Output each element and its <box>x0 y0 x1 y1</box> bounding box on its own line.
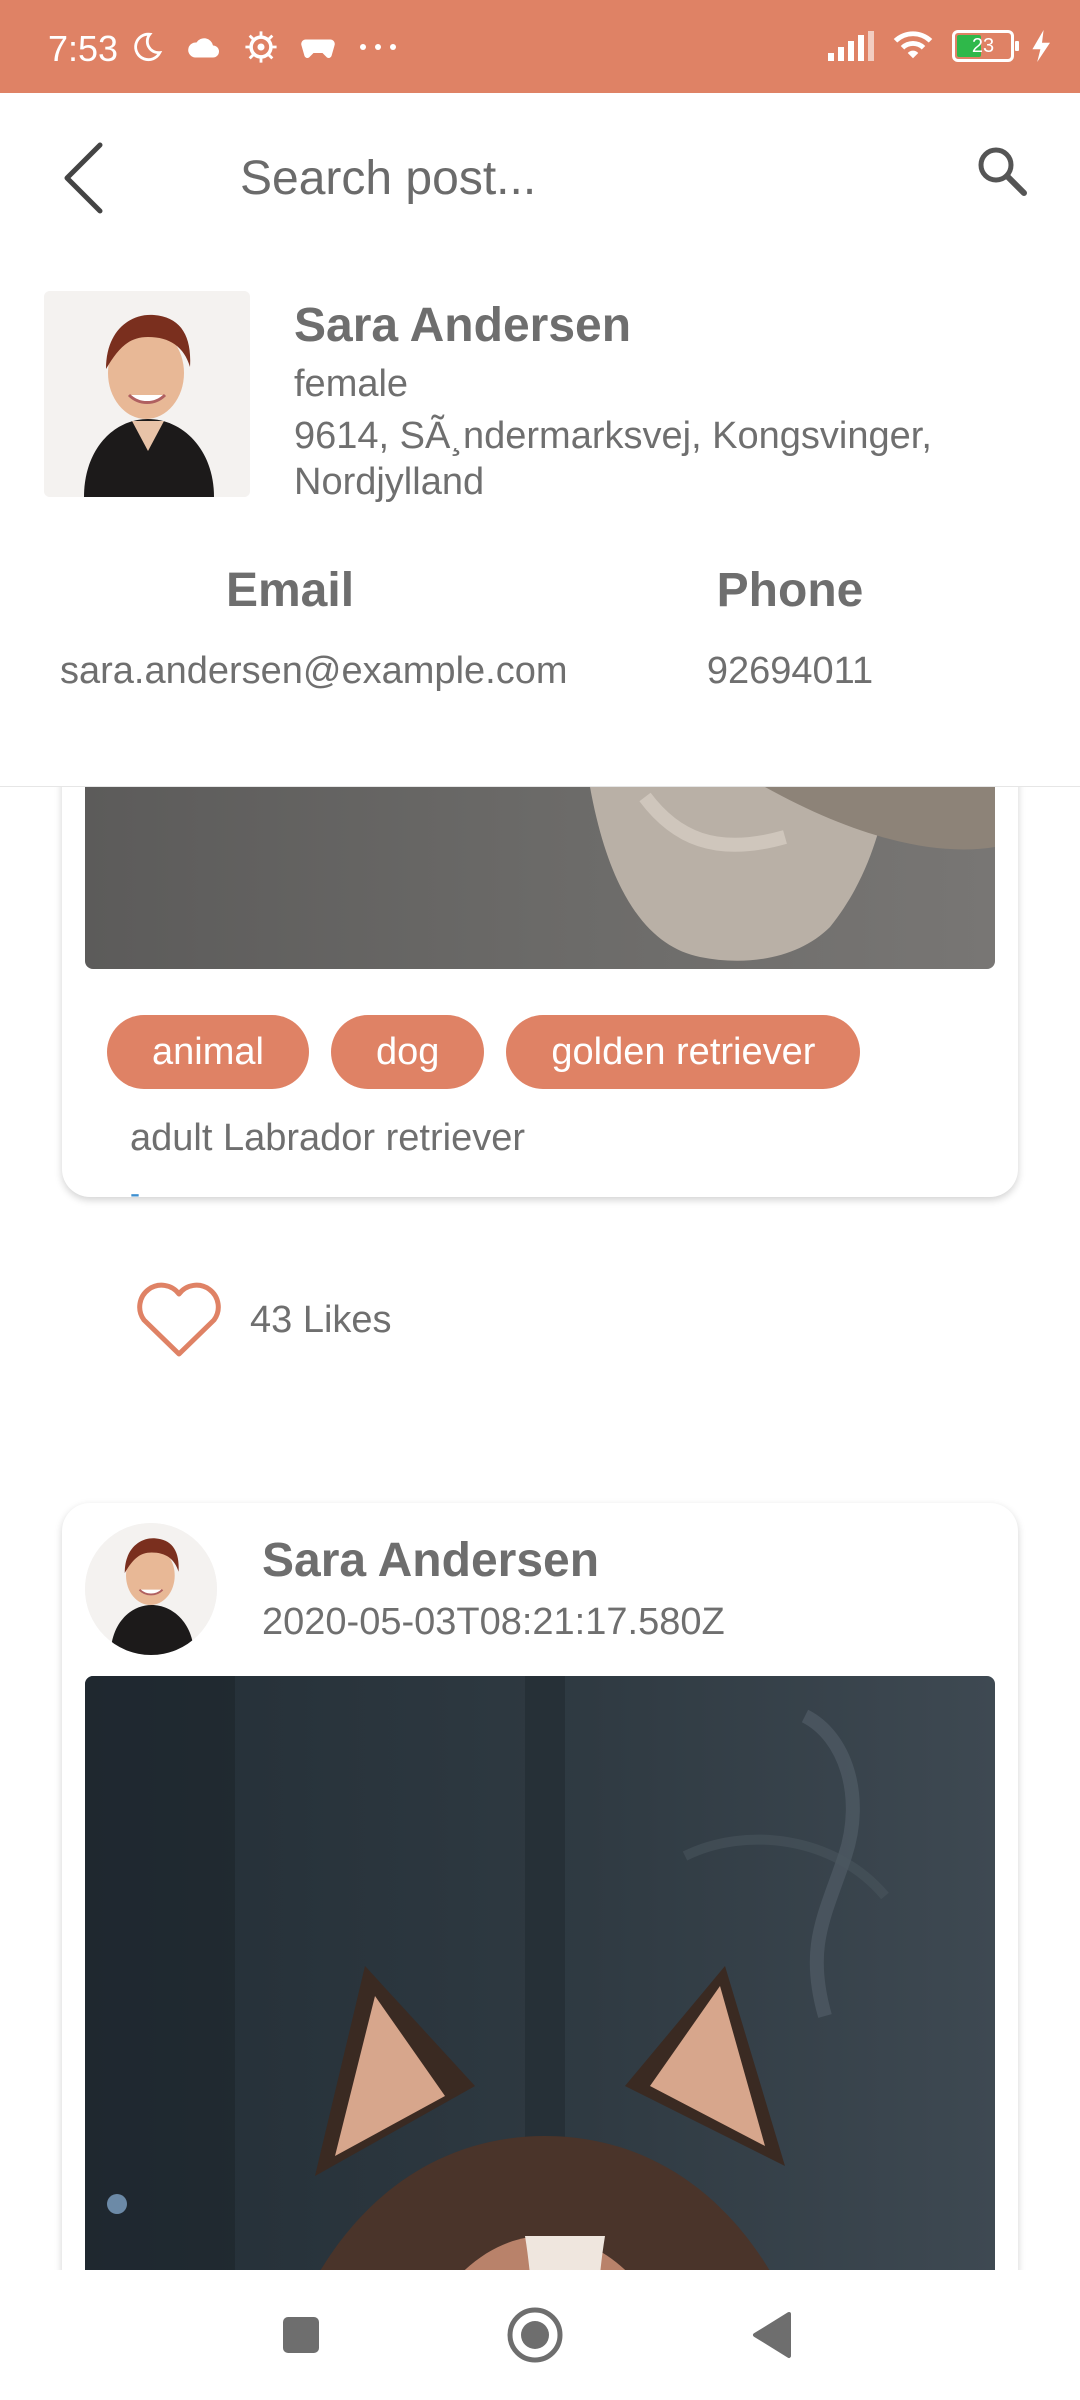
post-card: Sara Andersen 2020-05-03T08:21:17.580Z <box>62 1503 1018 2270</box>
gear-icon <box>245 31 277 63</box>
status-icons-right: 23 <box>828 30 1052 62</box>
back-button[interactable] <box>55 133 115 223</box>
profile-name: Sara Andersen <box>294 299 632 352</box>
moon-icon <box>134 32 163 62</box>
phone-label: Phone <box>716 564 864 617</box>
post-date: 2020-05-03T08:21:17.580Z <box>262 1601 725 1643</box>
like-count: 43 Likes <box>250 1298 392 1341</box>
profile-gender: female <box>294 363 409 405</box>
heart-icon[interactable] <box>136 1282 222 1358</box>
email-label: Email <box>225 564 355 617</box>
search-icon <box>978 147 1027 196</box>
profile-card: Sara Andersen female 9614, SÃ¸ndermarksv… <box>0 253 1080 787</box>
cloud-icon <box>188 38 219 58</box>
post-card: animal dog golden retriever adult Labrad… <box>62 787 1018 1357</box>
status-bar: 7:53 23 <box>0 0 1080 93</box>
recents-square-icon <box>283 2317 319 2353</box>
phone-value[interactable]: 92694011 <box>560 648 1020 694</box>
tag-chip[interactable]: animal <box>107 1015 309 1089</box>
post-link[interactable]: - <box>130 1177 140 1211</box>
battery-icon: 23 <box>952 30 1019 62</box>
profile-photo <box>44 291 250 497</box>
tag-chip[interactable]: dog <box>330 1015 485 1089</box>
home-circle-icon <box>507 2307 563 2363</box>
email-value[interactable]: sara.andersen@example.com <box>60 648 568 694</box>
search-input[interactable] <box>240 133 940 223</box>
back-arrow-icon <box>64 142 103 214</box>
like-row: 43 Likes <box>136 1282 392 1358</box>
post-image[interactable] <box>85 1676 995 2270</box>
post-author: Sara Andersen <box>262 1534 600 1587</box>
status-icons-left <box>130 30 398 64</box>
post-feed[interactable]: animal dog golden retriever adult Labrad… <box>0 787 1080 2270</box>
gamepad-icon <box>301 39 335 59</box>
charging-icon <box>1032 30 1050 62</box>
avatar[interactable] <box>85 1523 217 1655</box>
more-dots-icon <box>360 44 396 50</box>
search-button[interactable] <box>972 141 1032 201</box>
signal-icon <box>828 31 874 61</box>
navigation-bar <box>0 2270 1080 2400</box>
status-time: 7:53 <box>48 28 119 69</box>
tag-chip[interactable]: golden retriever <box>506 1015 861 1089</box>
tag-list: animal dog golden retriever <box>107 1015 861 1089</box>
nav-back-button[interactable] <box>736 2300 806 2370</box>
header <box>0 93 1080 253</box>
post-image[interactable] <box>85 787 995 969</box>
wifi-icon <box>893 31 933 59</box>
home-button[interactable] <box>500 2300 570 2370</box>
post-description: adult Labrador retriever <box>130 1117 525 1159</box>
back-triangle-icon <box>753 2312 791 2358</box>
battery-level: 23 <box>971 35 995 57</box>
profile-address: 9614, SÃ¸ndermarksvej, Kongsvinger, Nord… <box>294 415 932 503</box>
recents-button[interactable] <box>266 2300 336 2370</box>
